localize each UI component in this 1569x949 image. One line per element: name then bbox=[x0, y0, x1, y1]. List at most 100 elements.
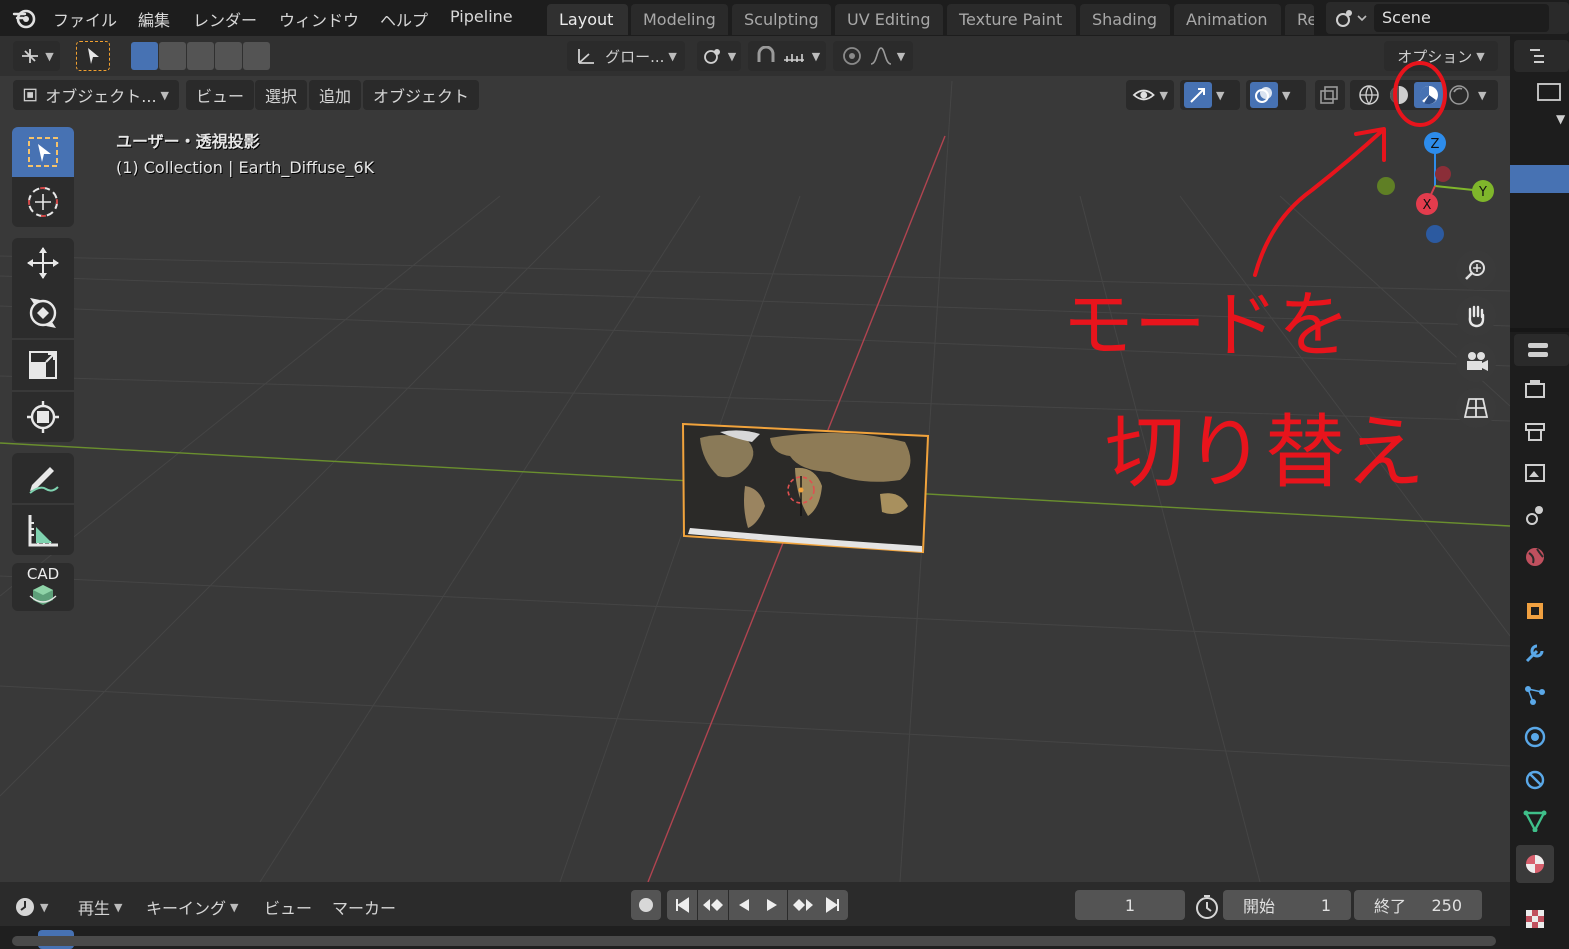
snap-magnet-icon[interactable] bbox=[754, 46, 778, 66]
select-invert-icon[interactable] bbox=[215, 42, 242, 70]
options-dropdown[interactable]: オプション ▼ bbox=[1384, 41, 1498, 71]
timeline-scrollbar[interactable] bbox=[12, 936, 1496, 946]
record-button[interactable] bbox=[631, 890, 661, 920]
proportional-edit-icon[interactable] bbox=[841, 45, 863, 67]
snap-increment-icon[interactable] bbox=[782, 46, 808, 66]
play-button[interactable] bbox=[757, 890, 787, 920]
tab-uv-editing[interactable]: UV Editing bbox=[835, 4, 943, 35]
measure-tool[interactable] bbox=[12, 505, 74, 555]
world-properties-icon[interactable] bbox=[1519, 541, 1551, 573]
chevron-down-icon[interactable]: ▼ bbox=[1216, 89, 1224, 102]
menu-view[interactable]: ビュー bbox=[186, 80, 255, 110]
tab-modeling[interactable]: Modeling bbox=[631, 4, 728, 35]
jump-end-button[interactable] bbox=[818, 890, 848, 920]
cad-tool[interactable]: CAD bbox=[12, 563, 74, 611]
timeline-menu-marker[interactable]: マーカー bbox=[332, 892, 396, 922]
material-properties-icon[interactable] bbox=[1516, 845, 1554, 883]
outliner-expand-icon[interactable]: ▼ bbox=[1556, 112, 1565, 126]
select-tool-active-button[interactable] bbox=[76, 41, 110, 71]
object-properties-icon[interactable] bbox=[1519, 595, 1551, 627]
outliner-selected-row[interactable] bbox=[1510, 165, 1569, 193]
gizmo-toggle-icon[interactable] bbox=[1184, 82, 1212, 108]
gizmo-neg-x-icon[interactable] bbox=[1435, 166, 1451, 182]
select-intersect-icon[interactable] bbox=[243, 42, 270, 70]
overlays-icon[interactable] bbox=[1250, 82, 1278, 108]
scene-properties-icon[interactable] bbox=[1519, 499, 1551, 531]
keying-dropdown[interactable]: キーイング ▼ bbox=[138, 892, 252, 922]
preview-range-icon[interactable] bbox=[1194, 894, 1220, 924]
chevron-down-icon[interactable]: ▼ bbox=[1282, 89, 1290, 102]
prev-keyframe-button[interactable] bbox=[698, 890, 728, 920]
data-properties-icon[interactable] bbox=[1519, 805, 1551, 837]
tab-animation[interactable]: Animation bbox=[1174, 4, 1281, 35]
menu-pipeline[interactable]: Pipeline bbox=[450, 7, 513, 26]
move-tool[interactable] bbox=[12, 238, 74, 288]
select-new-icon[interactable] bbox=[131, 42, 158, 70]
scene-name-field[interactable]: Scene bbox=[1374, 4, 1549, 32]
navigation-gizmo[interactable]: Z Y X bbox=[1370, 126, 1500, 256]
scale-tool[interactable] bbox=[12, 340, 74, 390]
menu-object[interactable]: オブジェクト bbox=[363, 80, 480, 110]
menu-add[interactable]: 追加 bbox=[309, 80, 362, 110]
3d-viewport[interactable]: ユーザー・透視投影 (1) Collection | Earth_Diffuse… bbox=[0, 76, 1510, 882]
menu-edit[interactable]: 編集 bbox=[138, 7, 170, 31]
transform-tool[interactable] bbox=[12, 392, 74, 442]
properties-editor-type-button[interactable] bbox=[1514, 334, 1569, 366]
outliner-editor-type-button[interactable] bbox=[1514, 40, 1569, 72]
interaction-mode-dropdown[interactable]: オブジェクト... ▼ bbox=[13, 80, 179, 110]
constraints-properties-icon[interactable] bbox=[1519, 763, 1551, 795]
shading-options-chevron-icon[interactable]: ▼ bbox=[1478, 89, 1486, 102]
menu-file[interactable]: ファイル bbox=[53, 7, 117, 31]
menu-select[interactable]: 選択 bbox=[255, 80, 308, 110]
zoom-button[interactable] bbox=[1456, 250, 1496, 290]
playback-dropdown[interactable]: 再生 ▼ bbox=[70, 892, 134, 922]
render-properties-icon[interactable] bbox=[1519, 415, 1551, 447]
pivot-point-dropdown[interactable]: ▼ bbox=[697, 41, 741, 71]
next-keyframe-button[interactable] bbox=[788, 890, 818, 920]
wireframe-shading-icon[interactable] bbox=[1354, 82, 1384, 108]
rotate-tool[interactable] bbox=[12, 288, 74, 338]
menu-window[interactable]: ウィンドウ bbox=[279, 7, 359, 31]
select-subtract-icon[interactable] bbox=[187, 42, 214, 70]
output-properties-icon[interactable] bbox=[1519, 457, 1551, 489]
transform-orientation-dropdown[interactable]: グロー... ▼ bbox=[567, 41, 685, 71]
menu-help[interactable]: ヘルプ bbox=[380, 7, 428, 31]
menu-render[interactable]: レンダー bbox=[193, 7, 257, 31]
solid-shading-icon[interactable] bbox=[1384, 82, 1414, 108]
particles-properties-icon[interactable] bbox=[1519, 679, 1551, 711]
timeline-menu-view[interactable]: ビュー bbox=[264, 892, 312, 922]
earth-plane-object[interactable] bbox=[681, 422, 930, 554]
start-frame-field[interactable]: 開始 1 bbox=[1223, 890, 1351, 920]
play-reverse-button[interactable] bbox=[729, 890, 759, 920]
tool-properties-icon[interactable] bbox=[1519, 373, 1551, 405]
select-box-tool[interactable] bbox=[12, 127, 74, 177]
cursor-tool[interactable] bbox=[12, 177, 74, 227]
timeline-editor-type-button[interactable]: ▼ bbox=[14, 892, 60, 922]
rendered-shading-icon[interactable] bbox=[1444, 82, 1474, 108]
end-frame-field[interactable]: 終了 250 bbox=[1354, 890, 1482, 920]
frame-ruler[interactable] bbox=[0, 926, 1510, 949]
tab-texture-paint[interactable]: Texture Paint bbox=[947, 4, 1076, 35]
texture-properties-icon[interactable] bbox=[1519, 903, 1551, 935]
annotate-tool[interactable] bbox=[12, 453, 74, 503]
camera-view-button[interactable] bbox=[1456, 342, 1496, 382]
tab-rendering[interactable]: Re bbox=[1285, 4, 1314, 35]
pan-button[interactable] bbox=[1456, 296, 1496, 336]
tab-shading[interactable]: Shading bbox=[1080, 4, 1170, 35]
current-frame-field[interactable]: 1 bbox=[1075, 890, 1185, 920]
tab-sculpting[interactable]: Sculpting bbox=[732, 4, 831, 35]
physics-properties-icon[interactable] bbox=[1519, 721, 1551, 753]
gizmo-neg-z-icon[interactable] bbox=[1426, 225, 1444, 243]
blender-logo-icon[interactable] bbox=[12, 6, 38, 30]
transform-pivot-button[interactable]: ▼ bbox=[13, 41, 60, 71]
perspective-toggle-button[interactable] bbox=[1456, 388, 1496, 428]
visibility-dropdown[interactable]: ▼ bbox=[1126, 80, 1174, 110]
outliner-filter-icon[interactable] bbox=[1510, 78, 1569, 108]
gizmo-neg-y-icon[interactable] bbox=[1377, 177, 1395, 195]
xray-toggle-button[interactable] bbox=[1315, 80, 1345, 110]
select-extend-icon[interactable] bbox=[159, 42, 186, 70]
material-preview-shading-icon[interactable] bbox=[1414, 82, 1444, 108]
falloff-curve-icon[interactable] bbox=[869, 46, 893, 66]
jump-start-button[interactable] bbox=[667, 890, 697, 920]
modifier-properties-icon[interactable] bbox=[1519, 637, 1551, 669]
